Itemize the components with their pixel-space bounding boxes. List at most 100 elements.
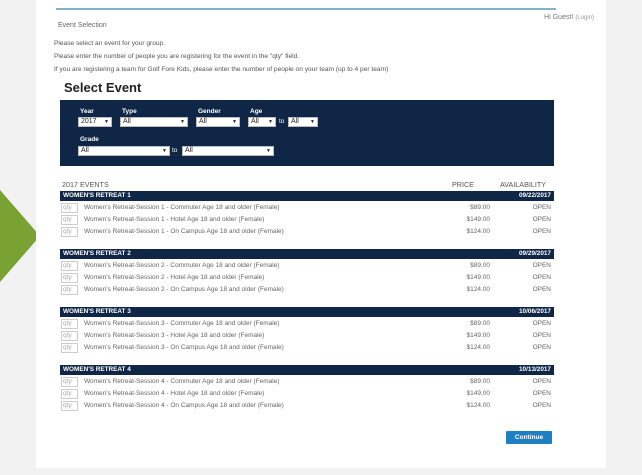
qty-input[interactable]: qty (61, 389, 78, 399)
chevron-down-icon: ▼ (310, 119, 315, 125)
event-name: Women's Retreat-Session 4 - Commuter Age… (84, 378, 280, 385)
event-price: $149.00 (466, 390, 491, 397)
event-group-header: WOMEN'S RETREAT 3 10/06/2017 (60, 307, 554, 317)
table-row: qty Women's Retreat-Session 4 - Hotel Age… (60, 388, 554, 400)
event-price: $124.00 (466, 228, 491, 235)
age-to-label: to (279, 118, 285, 125)
type-select[interactable]: All ▼ (120, 117, 188, 127)
event-availability: OPEN (532, 262, 551, 269)
instruction-3: If you are registering a team for Golf F… (54, 66, 389, 73)
event-name: Women's Retreat-Session 2 - Commuter Age… (84, 262, 280, 269)
event-price: $89.00 (470, 378, 490, 385)
qty-input[interactable]: qty (61, 343, 78, 353)
event-name: Women's Retreat-Session 1 - Commuter Age… (84, 204, 280, 211)
qty-input[interactable]: qty (61, 273, 78, 283)
green-arrow-icon (0, 190, 40, 282)
chevron-down-icon: ▼ (232, 119, 237, 125)
instruction-1: Please select an event for your group. (54, 40, 166, 47)
grade-to-select[interactable]: All ▼ (182, 146, 274, 156)
table-row: qty Women's Retreat-Session 1 - Commuter … (60, 202, 554, 214)
group-date: 10/06/2017 (519, 308, 551, 315)
qty-input[interactable]: qty (61, 377, 78, 387)
event-availability: OPEN (532, 378, 551, 385)
event-availability: OPEN (532, 274, 551, 281)
table-row: qty Women's Retreat-Session 3 - Hotel Age… (60, 330, 554, 342)
gender-select[interactable]: All ▼ (196, 117, 240, 127)
event-availability: OPEN (532, 216, 551, 223)
event-group-header: WOMEN'S RETREAT 1 09/22/2017 (60, 191, 554, 201)
page-title: Select Event (64, 80, 142, 95)
event-availability: OPEN (532, 344, 551, 351)
grade-from-select[interactable]: All ▼ (78, 146, 170, 156)
event-price: $124.00 (466, 402, 491, 409)
group-name: WOMEN'S RETREAT 1 (63, 192, 131, 199)
table-row: qty Women's Retreat-Session 2 - Hotel Age… (60, 272, 554, 284)
qty-input[interactable]: qty (61, 319, 78, 329)
group-name: WOMEN'S RETREAT 2 (63, 250, 131, 257)
group-date: 09/22/2017 (519, 192, 551, 199)
chevron-down-icon: ▼ (162, 148, 167, 154)
top-divider (56, 8, 556, 10)
continue-button[interactable]: Continue (506, 431, 552, 444)
gender-label: Gender (198, 108, 221, 115)
event-name: Women's Retreat-Session 4 - On Campus Ag… (84, 402, 284, 409)
table-row: qty Women's Retreat-Session 1 - Hotel Age… (60, 214, 554, 226)
event-availability: OPEN (532, 286, 551, 293)
group-name: WOMEN'S RETREAT 4 (63, 366, 131, 373)
event-price: $149.00 (466, 216, 491, 223)
chevron-down-icon: ▼ (180, 119, 185, 125)
age-to-select[interactable]: All ▼ (288, 117, 318, 127)
year-select[interactable]: 2017 ▼ (78, 117, 112, 127)
filter-panel: Year 2017 ▼ Type All ▼ Gender All ▼ Age All… (60, 100, 554, 166)
table-row: qty Women's Retreat-Session 3 - On Campus… (60, 342, 554, 354)
event-name: Women's Retreat-Session 3 - Hotel Age 18… (84, 332, 265, 339)
event-name: Women's Retreat-Session 1 - On Campus Ag… (84, 228, 284, 235)
age-from-select[interactable]: All ▼ (248, 117, 276, 127)
group-date: 09/29/2017 (519, 250, 551, 257)
group-date: 10/13/2017 (519, 366, 551, 373)
login-link[interactable]: (Login) (575, 15, 594, 21)
event-name: Women's Retreat-Session 3 - Commuter Age… (84, 320, 280, 327)
table-row: qty Women's Retreat-Session 1 - On Campus… (60, 226, 554, 238)
event-availability: OPEN (532, 390, 551, 397)
chevron-down-icon: ▼ (104, 119, 109, 125)
table-row: qty Women's Retreat-Session 4 - On Campus… (60, 400, 554, 412)
event-price: $124.00 (466, 286, 491, 293)
table-row: qty Women's Retreat-Session 2 - Commuter … (60, 260, 554, 272)
qty-input[interactable]: qty (61, 401, 78, 411)
age-label: Age (250, 108, 263, 115)
chevron-down-icon: ▼ (266, 148, 271, 154)
instruction-2: Please enter the number of people you ar… (54, 53, 300, 60)
event-group-header: WOMEN'S RETREAT 2 09/29/2017 (60, 249, 554, 259)
event-availability: OPEN (532, 332, 551, 339)
qty-input[interactable]: qty (61, 261, 78, 271)
event-group-header: WOMEN'S RETREAT 4 10/13/2017 (60, 365, 554, 375)
event-name: Women's Retreat-Session 2 - On Campus Ag… (84, 286, 284, 293)
event-name: Women's Retreat-Session 3 - On Campus Ag… (84, 344, 284, 351)
event-availability: OPEN (532, 320, 551, 327)
type-label: Type (122, 108, 137, 115)
event-price: $89.00 (470, 320, 490, 327)
event-availability: OPEN (532, 204, 551, 211)
greeting: Hi Guest! (Login) (544, 14, 594, 21)
event-name: Women's Retreat-Session 4 - Hotel Age 18… (84, 390, 265, 397)
event-price: $124.00 (466, 344, 491, 351)
event-price: $89.00 (470, 262, 490, 269)
qty-input[interactable]: qty (61, 227, 78, 237)
table-row: qty Women's Retreat-Session 3 - Commuter … (60, 318, 554, 330)
year-label: Year (80, 108, 94, 115)
qty-input[interactable]: qty (61, 285, 78, 295)
grade-label: Grade (80, 136, 99, 143)
group-name: WOMEN'S RETREAT 3 (63, 308, 131, 315)
qty-input[interactable]: qty (61, 203, 78, 213)
event-availability: OPEN (532, 402, 551, 409)
event-price: $89.00 (470, 204, 490, 211)
qty-input[interactable]: qty (61, 331, 78, 341)
grade-to-label: to (172, 147, 178, 154)
event-name: Women's Retreat-Session 2 - Hotel Age 18… (84, 274, 265, 281)
table-row: qty Women's Retreat-Session 2 - On Campus… (60, 284, 554, 296)
qty-input[interactable]: qty (61, 215, 78, 225)
table-row: qty Women's Retreat-Session 4 - Commuter … (60, 376, 554, 388)
event-price: $149.00 (466, 274, 491, 281)
availability-column-header: AVAILABILITY (500, 180, 547, 189)
